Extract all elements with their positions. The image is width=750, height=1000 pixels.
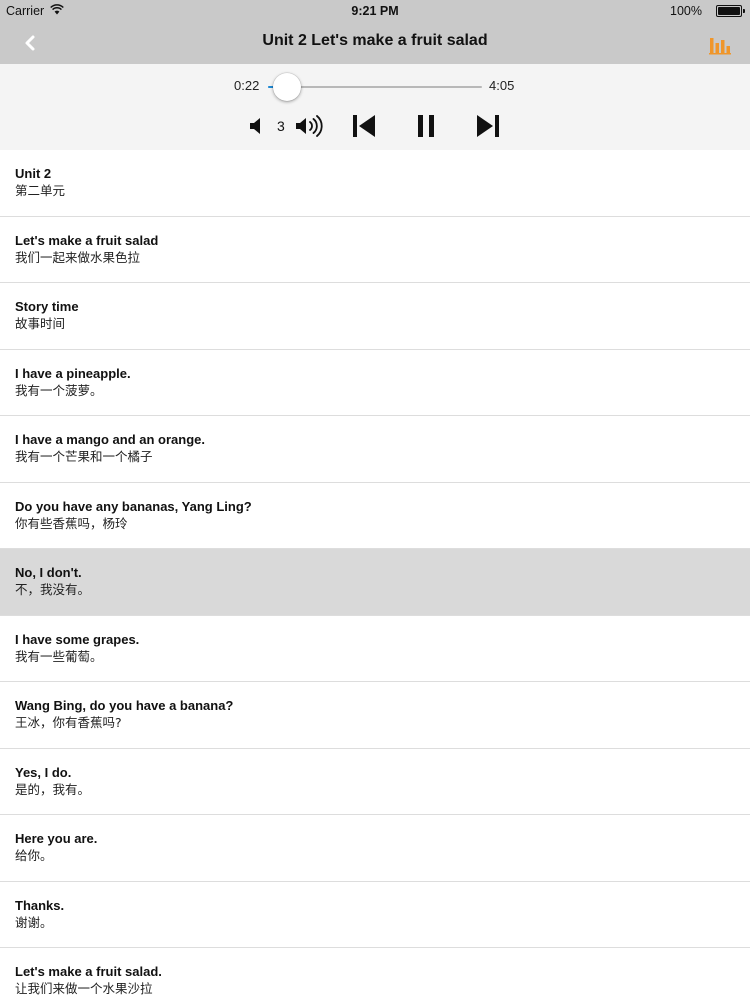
sentence-english: Do you have any bananas, Yang Ling? [15, 498, 252, 514]
sentence-row[interactable]: Thanks. 谢谢。 [0, 881, 750, 948]
pause-button[interactable] [414, 112, 438, 140]
sentence-chinese: 谢谢。 [15, 914, 53, 930]
sentence-chinese: 是的，我有。 [15, 781, 91, 797]
elapsed-time: 0:22 [234, 78, 260, 93]
sentence-english: No, I don't. [15, 565, 82, 580]
sentence-row[interactable]: Story time 故事时间 [0, 283, 750, 350]
volume-level: 3 [277, 118, 285, 134]
volume-up-icon [294, 113, 326, 139]
sentence-row[interactable]: Do you have any bananas, Yang Ling? 你有些香蕉… [0, 482, 750, 549]
sentence-chinese: 给你。 [15, 848, 53, 863]
page-title: Unit 2 Let's make a fruit salad [262, 32, 488, 49]
sentence-row[interactable]: I have some grapes. 我有一些葡萄。 [0, 615, 750, 682]
next-button[interactable] [474, 112, 502, 140]
sentence-row[interactable]: I have a mango and an orange. 我有一个芒果和一个橘子 [0, 416, 750, 483]
previous-button[interactable] [350, 112, 378, 140]
sentence-row[interactable]: Here you are. 给你。 [0, 815, 750, 882]
app-screen: Carrier 9:21 PM 100% Unit 2 Let's make a… [0, 0, 750, 1000]
sentence-row[interactable]: Wang Bing, do you have a banana? 王冰，你有香蕉吗… [0, 682, 750, 749]
sentence-chinese: 不，我没有。 [15, 582, 91, 597]
sentence-chinese: 我有一些葡萄。 [15, 648, 103, 664]
sentence-row[interactable]: No, I don't. 不，我没有。 [0, 549, 750, 616]
sentence-chinese: 我有一个菠萝。 [15, 382, 103, 398]
sentence-english: Here you are. [15, 831, 98, 846]
pause-icon [414, 112, 438, 140]
sentence-row[interactable]: Let's make a fruit salad. 让我们来做一个水果沙拉 [0, 948, 750, 1000]
sentence-english: I have some grapes. [15, 631, 140, 647]
sentence-chinese: 我有一个芒果和一个橘子 [15, 449, 153, 464]
sentence-english: Let's make a fruit salad. [15, 964, 162, 979]
sentence-english: I have a mango and an orange. [15, 432, 205, 447]
sentence-english: Let's make a fruit salad [15, 232, 159, 248]
battery-percent-label: 100% [670, 4, 702, 18]
sentence-english: I have a pineapple. [15, 365, 131, 381]
bar-chart-icon [706, 31, 734, 57]
sentence-chinese: 第二单元 [15, 183, 66, 198]
sentence-row[interactable]: Unit 2 第二单元 [0, 150, 750, 217]
sentence-chinese: 故事时间 [15, 316, 66, 331]
sentence-english: Wang Bing, do you have a banana? [15, 698, 234, 713]
sentence-english: Unit 2 [15, 166, 52, 181]
skip-next-icon [474, 112, 502, 140]
navigation-bar: Carrier 9:21 PM 100% Unit 2 Let's make a… [0, 0, 750, 64]
battery-icon [716, 5, 745, 17]
volume-up-button[interactable] [294, 113, 326, 139]
audio-player: 0:22 4:05 3 [0, 64, 750, 150]
sentence-chinese: 王冰，你有香蕉吗? [15, 715, 122, 730]
progress-thumb[interactable] [273, 73, 301, 101]
total-time: 4:05 [489, 78, 515, 93]
sentence-english: Thanks. [15, 897, 65, 913]
skip-previous-icon [350, 112, 378, 140]
sentence-chinese: 让我们来做一个水果沙拉 [15, 981, 153, 996]
volume-down-button[interactable] [246, 114, 266, 138]
sentence-english: Yes, I do. [15, 764, 72, 780]
progress-slider[interactable] [268, 73, 482, 101]
sentence-list: Unit 2 第二单元 Let's make a fruit salad 我们一起来做… [0, 150, 750, 1000]
sentence-chinese: 你有些香蕉吗，杨玲 [15, 515, 128, 531]
sentence-row[interactable]: Let's make a fruit salad 我们一起来做水果色拉 [0, 216, 750, 283]
sentence-chinese: 我们一起来做水果色拉 [15, 249, 141, 265]
sentence-row[interactable]: Yes, I do. 是的，我有。 [0, 748, 750, 815]
sentence-row[interactable]: I have a pineapple. 我有一个菠萝。 [0, 349, 750, 416]
volume-down-icon [246, 114, 266, 138]
clock-label: 9:21 PM [351, 4, 399, 18]
stats-button[interactable] [706, 31, 734, 57]
sentence-english: Story time [15, 299, 79, 314]
